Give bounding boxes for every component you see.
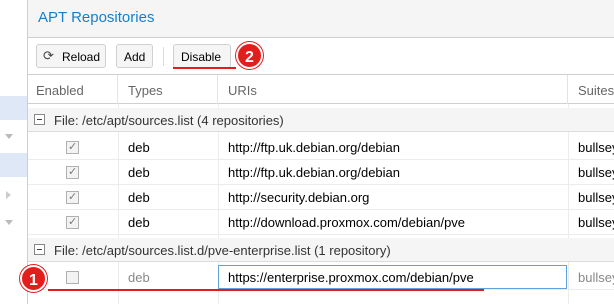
uri-edit-field[interactable]: https://enterprise.proxmox.com/debian/pv… (218, 265, 567, 289)
uri-cell: http://ftp.uk.debian.org/debian (228, 165, 401, 180)
enabled-checkbox[interactable] (66, 190, 79, 204)
panel-header: APT Repositories (28, 0, 614, 38)
table-row[interactable]: deb https://enterprise.proxmox.com/debia… (28, 265, 614, 290)
type-cell: deb (128, 270, 150, 285)
uri-cell: http://ftp.uk.debian.org/debian (228, 140, 401, 155)
suite-cell: bullseye (578, 190, 614, 205)
table-row[interactable]: deb http://download.proxmox.com/debian/p… (28, 210, 614, 235)
suite-cell: bullseye (578, 215, 614, 230)
type-cell: deb (128, 215, 150, 230)
reload-button[interactable]: ⟳ Reload (36, 44, 106, 68)
annotation-badge-2: 2 (236, 42, 263, 69)
annotation-underline-2 (173, 67, 236, 69)
table-row[interactable]: deb http://ftp.uk.debian.org/debian bull… (28, 135, 614, 160)
panel-title: APT Repositories (38, 9, 155, 26)
suite-cell: bullseye (578, 140, 614, 155)
collapsed-arrow-icon[interactable] (6, 191, 11, 199)
enabled-checkbox[interactable] (66, 271, 79, 284)
reload-label: Reload (62, 50, 101, 64)
enabled-checkbox[interactable] (66, 140, 79, 154)
column-header-suites[interactable]: Suites (568, 75, 614, 104)
expand-arrow-icon[interactable] (5, 220, 13, 225)
nav-item-selected[interactable] (0, 96, 27, 120)
type-cell: deb (128, 190, 150, 205)
collapse-icon[interactable] (34, 114, 45, 125)
expand-arrow-icon[interactable] (5, 134, 13, 139)
enabled-checkbox[interactable] (66, 215, 79, 229)
disable-button[interactable]: Disable (173, 44, 231, 68)
uri-cell: http://security.debian.org (228, 190, 370, 205)
window: APT Repositories ⟳ Reload Add Disable En… (0, 0, 614, 304)
group-label: File: /etc/apt/sources.list (4 repositor… (54, 113, 284, 128)
table-row[interactable]: deb http://ftp.uk.debian.org/debian bull… (28, 160, 614, 185)
nav-item-selected[interactable] (0, 153, 27, 177)
grid-header: Enabled Types URIs Suites (28, 75, 614, 104)
enabled-checkbox[interactable] (66, 165, 79, 179)
suite-cell: bullseye (578, 165, 614, 180)
toolbar: ⟳ Reload Add Disable (28, 38, 614, 75)
apt-repositories-panel: APT Repositories ⟳ Reload Add Disable En… (28, 0, 614, 304)
annotation-badge-1: 1 (20, 265, 47, 292)
uri-cell: http://download.proxmox.com/debian/pve (228, 215, 466, 230)
annotation-underline-1 (48, 289, 484, 291)
toolbar-separator (163, 47, 164, 66)
group-header[interactable]: File: /etc/apt/sources.list.d/pve-enterp… (28, 238, 614, 262)
column-header-uris[interactable]: URIs (218, 75, 568, 104)
reload-icon: ⟳ (43, 48, 54, 63)
table-row[interactable]: deb http://security.debian.org bullseye (28, 185, 614, 210)
group-header[interactable]: File: /etc/apt/sources.list (4 repositor… (28, 108, 614, 132)
type-cell: deb (128, 140, 150, 155)
group-label: File: /etc/apt/sources.list.d/pve-enterp… (54, 243, 391, 258)
column-header-types[interactable]: Types (118, 75, 218, 104)
navigation-tree (0, 0, 28, 304)
type-cell: deb (128, 165, 150, 180)
suite-cell: bullseye (578, 270, 614, 285)
add-button[interactable]: Add (116, 44, 153, 68)
column-header-enabled[interactable]: Enabled (28, 75, 118, 104)
collapse-icon[interactable] (34, 244, 45, 255)
